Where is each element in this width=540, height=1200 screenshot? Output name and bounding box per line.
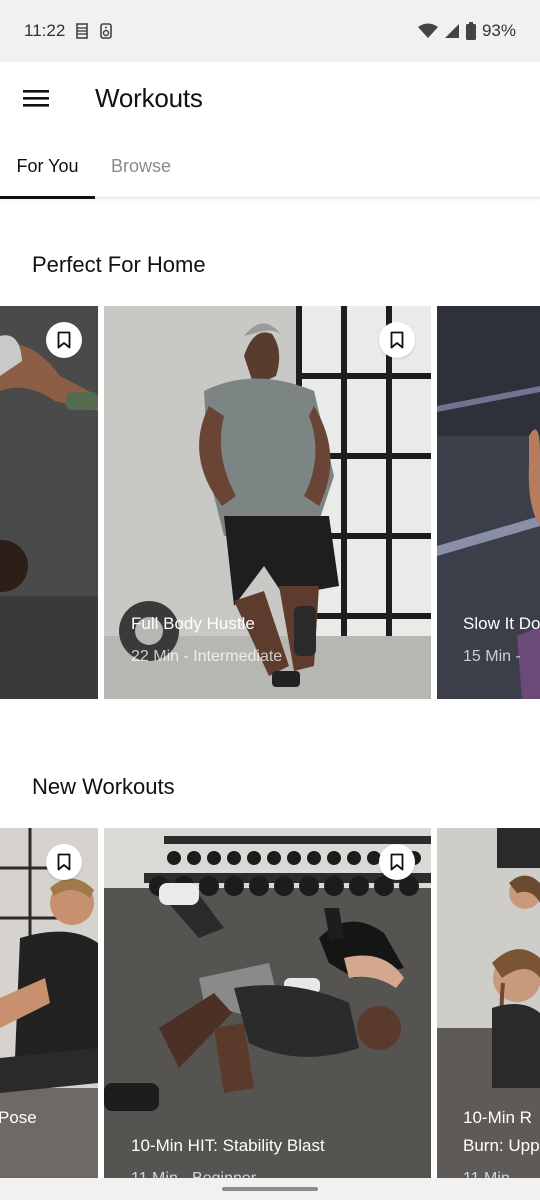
workout-card-image [104,828,431,1178]
tab-for-you[interactable]: For You [0,134,95,199]
workout-card[interactable]: Full Body Hustle 22 Min - Intermediate [104,306,431,699]
card-meta: 15 Min - [463,648,521,665]
speaker-icon [99,23,113,39]
tab-browse[interactable]: Browse [95,134,187,198]
card-title: 10-Min HIT: Stability Blast [131,1136,325,1155]
workout-card-image [437,306,540,699]
card-meta: 11 Min [463,1170,510,1178]
bookmark-icon[interactable] [379,844,415,880]
section-title-new-workouts: New Workouts [32,774,175,799]
workout-card[interactable]: Pose [0,828,98,1178]
bookmark-icon[interactable] [46,322,82,358]
workout-card[interactable] [0,306,98,699]
signal-icon [444,23,460,39]
card-title: Slow It Do [463,614,540,633]
workout-card[interactable]: 10-Min R Burn: Upp 11 Min [437,828,540,1178]
new-workouts-carousel[interactable]: Pose 10-Min HIT: Stability Blast 10-Min … [0,828,540,1178]
workouts-screen: 11:22 93% Workouts For You Browse Perfec… [0,0,540,1200]
gesture-navigation-bar [0,1178,540,1200]
app-header: Workouts [0,62,540,134]
card-title-line-2: Burn: Upp [463,1136,540,1155]
workout-card[interactable]: 10-Min HIT: Stability Blast 11 Min - Beg… [104,828,431,1178]
card-title: Pose [0,1108,37,1127]
perfect-for-home-carousel[interactable]: Full Body Hustle 22 Min - Intermediate S… [0,306,540,699]
status-time: 11:22 [24,21,66,40]
card-title: 10-Min R [463,1108,532,1127]
bookmark-icon[interactable] [379,322,415,358]
bookmark-icon[interactable] [46,844,82,880]
section-title-perfect-for-home: Perfect For Home [32,252,206,277]
card-title: Full Body Hustle [131,614,255,633]
workout-card[interactable]: Slow It Do 15 Min - [437,306,540,699]
film-icon [75,23,89,39]
tab-bar: For You Browse [0,134,540,199]
hamburger-menu-icon[interactable] [0,62,72,134]
card-meta: 22 Min - Intermediate [131,648,283,665]
home-gesture-handle[interactable] [222,1187,318,1191]
workout-card-image [104,306,431,699]
battery-icon [465,22,476,40]
status-bar: 11:22 93% [0,0,540,62]
page-title: Workouts [95,82,203,113]
workout-card-image [0,306,98,699]
card-meta: 11 Min - Beginner [131,1170,256,1178]
wifi-icon [417,23,438,39]
battery-percent: 93% [481,21,516,40]
